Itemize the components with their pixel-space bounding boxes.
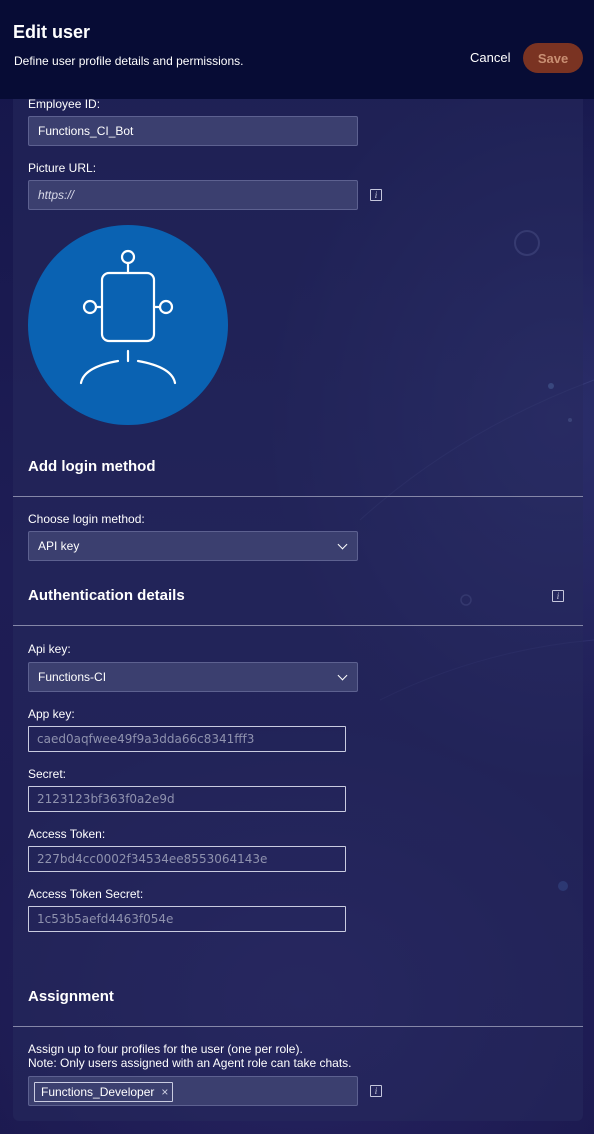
user-avatar (28, 225, 228, 425)
picture-url-input[interactable]: https:// (28, 180, 358, 210)
api-key-value: Functions-CI (38, 670, 107, 684)
api-key-label: Api key: (28, 642, 71, 656)
profile-tag-label: Functions_Developer (41, 1085, 155, 1099)
assignment-title: Assignment (28, 988, 114, 1005)
robot-avatar-icon (79, 249, 177, 385)
divider (13, 1026, 583, 1027)
chevron-down-icon (337, 670, 348, 680)
picture-url-placeholder: https:// (38, 188, 75, 202)
secret-value: 2123123bf363f0a2e9d (37, 792, 175, 806)
chevron-down-icon (337, 539, 348, 549)
choose-login-label: Choose login method: (28, 512, 145, 526)
access-token-secret-label: Access Token Secret: (28, 887, 144, 901)
header: Edit user Define user profile details an… (0, 0, 594, 99)
access-token-field[interactable]: 227bd4cc0002f34534ee8553064143e (28, 846, 346, 872)
employee-id-value: Functions_CI_Bot (38, 124, 134, 138)
access-token-value: 227bd4cc0002f34534ee8553064143e (37, 852, 268, 866)
info-icon[interactable]: i (370, 189, 382, 201)
access-token-label: Access Token: (28, 827, 106, 841)
cancel-button[interactable]: Cancel (470, 50, 510, 65)
picture-url-label: Picture URL: (28, 161, 97, 175)
page-title: Edit user (13, 22, 91, 42)
access-token-secret-field[interactable]: 1c53b5aefd4463f054e (28, 906, 346, 932)
employee-id-label: Employee ID: (28, 97, 101, 111)
assignment-note-line2: Note: Only users assigned with an Agent … (28, 1056, 352, 1070)
info-icon[interactable]: i (552, 590, 564, 602)
app-key-value: caed0aqfwee49f9a3dda66c8341fff3 (37, 732, 255, 746)
info-icon[interactable]: i (370, 1085, 382, 1097)
access-token-secret-value: 1c53b5aefd4463f054e (37, 912, 174, 926)
login-method-value: API key (38, 539, 80, 553)
page-subtitle: Define user profile details and permissi… (14, 54, 244, 68)
login-method-title: Add login method (28, 458, 156, 475)
employee-id-input[interactable]: Functions_CI_Bot (28, 116, 358, 146)
app-key-label: App key: (28, 707, 75, 721)
login-method-select[interactable]: API key (28, 531, 358, 561)
remove-icon[interactable]: × (161, 1085, 168, 1099)
secret-label: Secret: (28, 767, 67, 781)
divider (13, 496, 583, 497)
assignment-note-line1: Assign up to four profiles for the user … (28, 1042, 303, 1056)
app-key-field[interactable]: caed0aqfwee49f9a3dda66c8341fff3 (28, 726, 346, 752)
auth-details-title: Authentication details (28, 587, 185, 604)
secret-field[interactable]: 2123123bf363f0a2e9d (28, 786, 346, 812)
api-key-select[interactable]: Functions-CI (28, 662, 358, 692)
divider (13, 625, 583, 626)
save-button[interactable]: Save (523, 43, 583, 73)
profile-tag: Functions_Developer × (34, 1082, 173, 1102)
